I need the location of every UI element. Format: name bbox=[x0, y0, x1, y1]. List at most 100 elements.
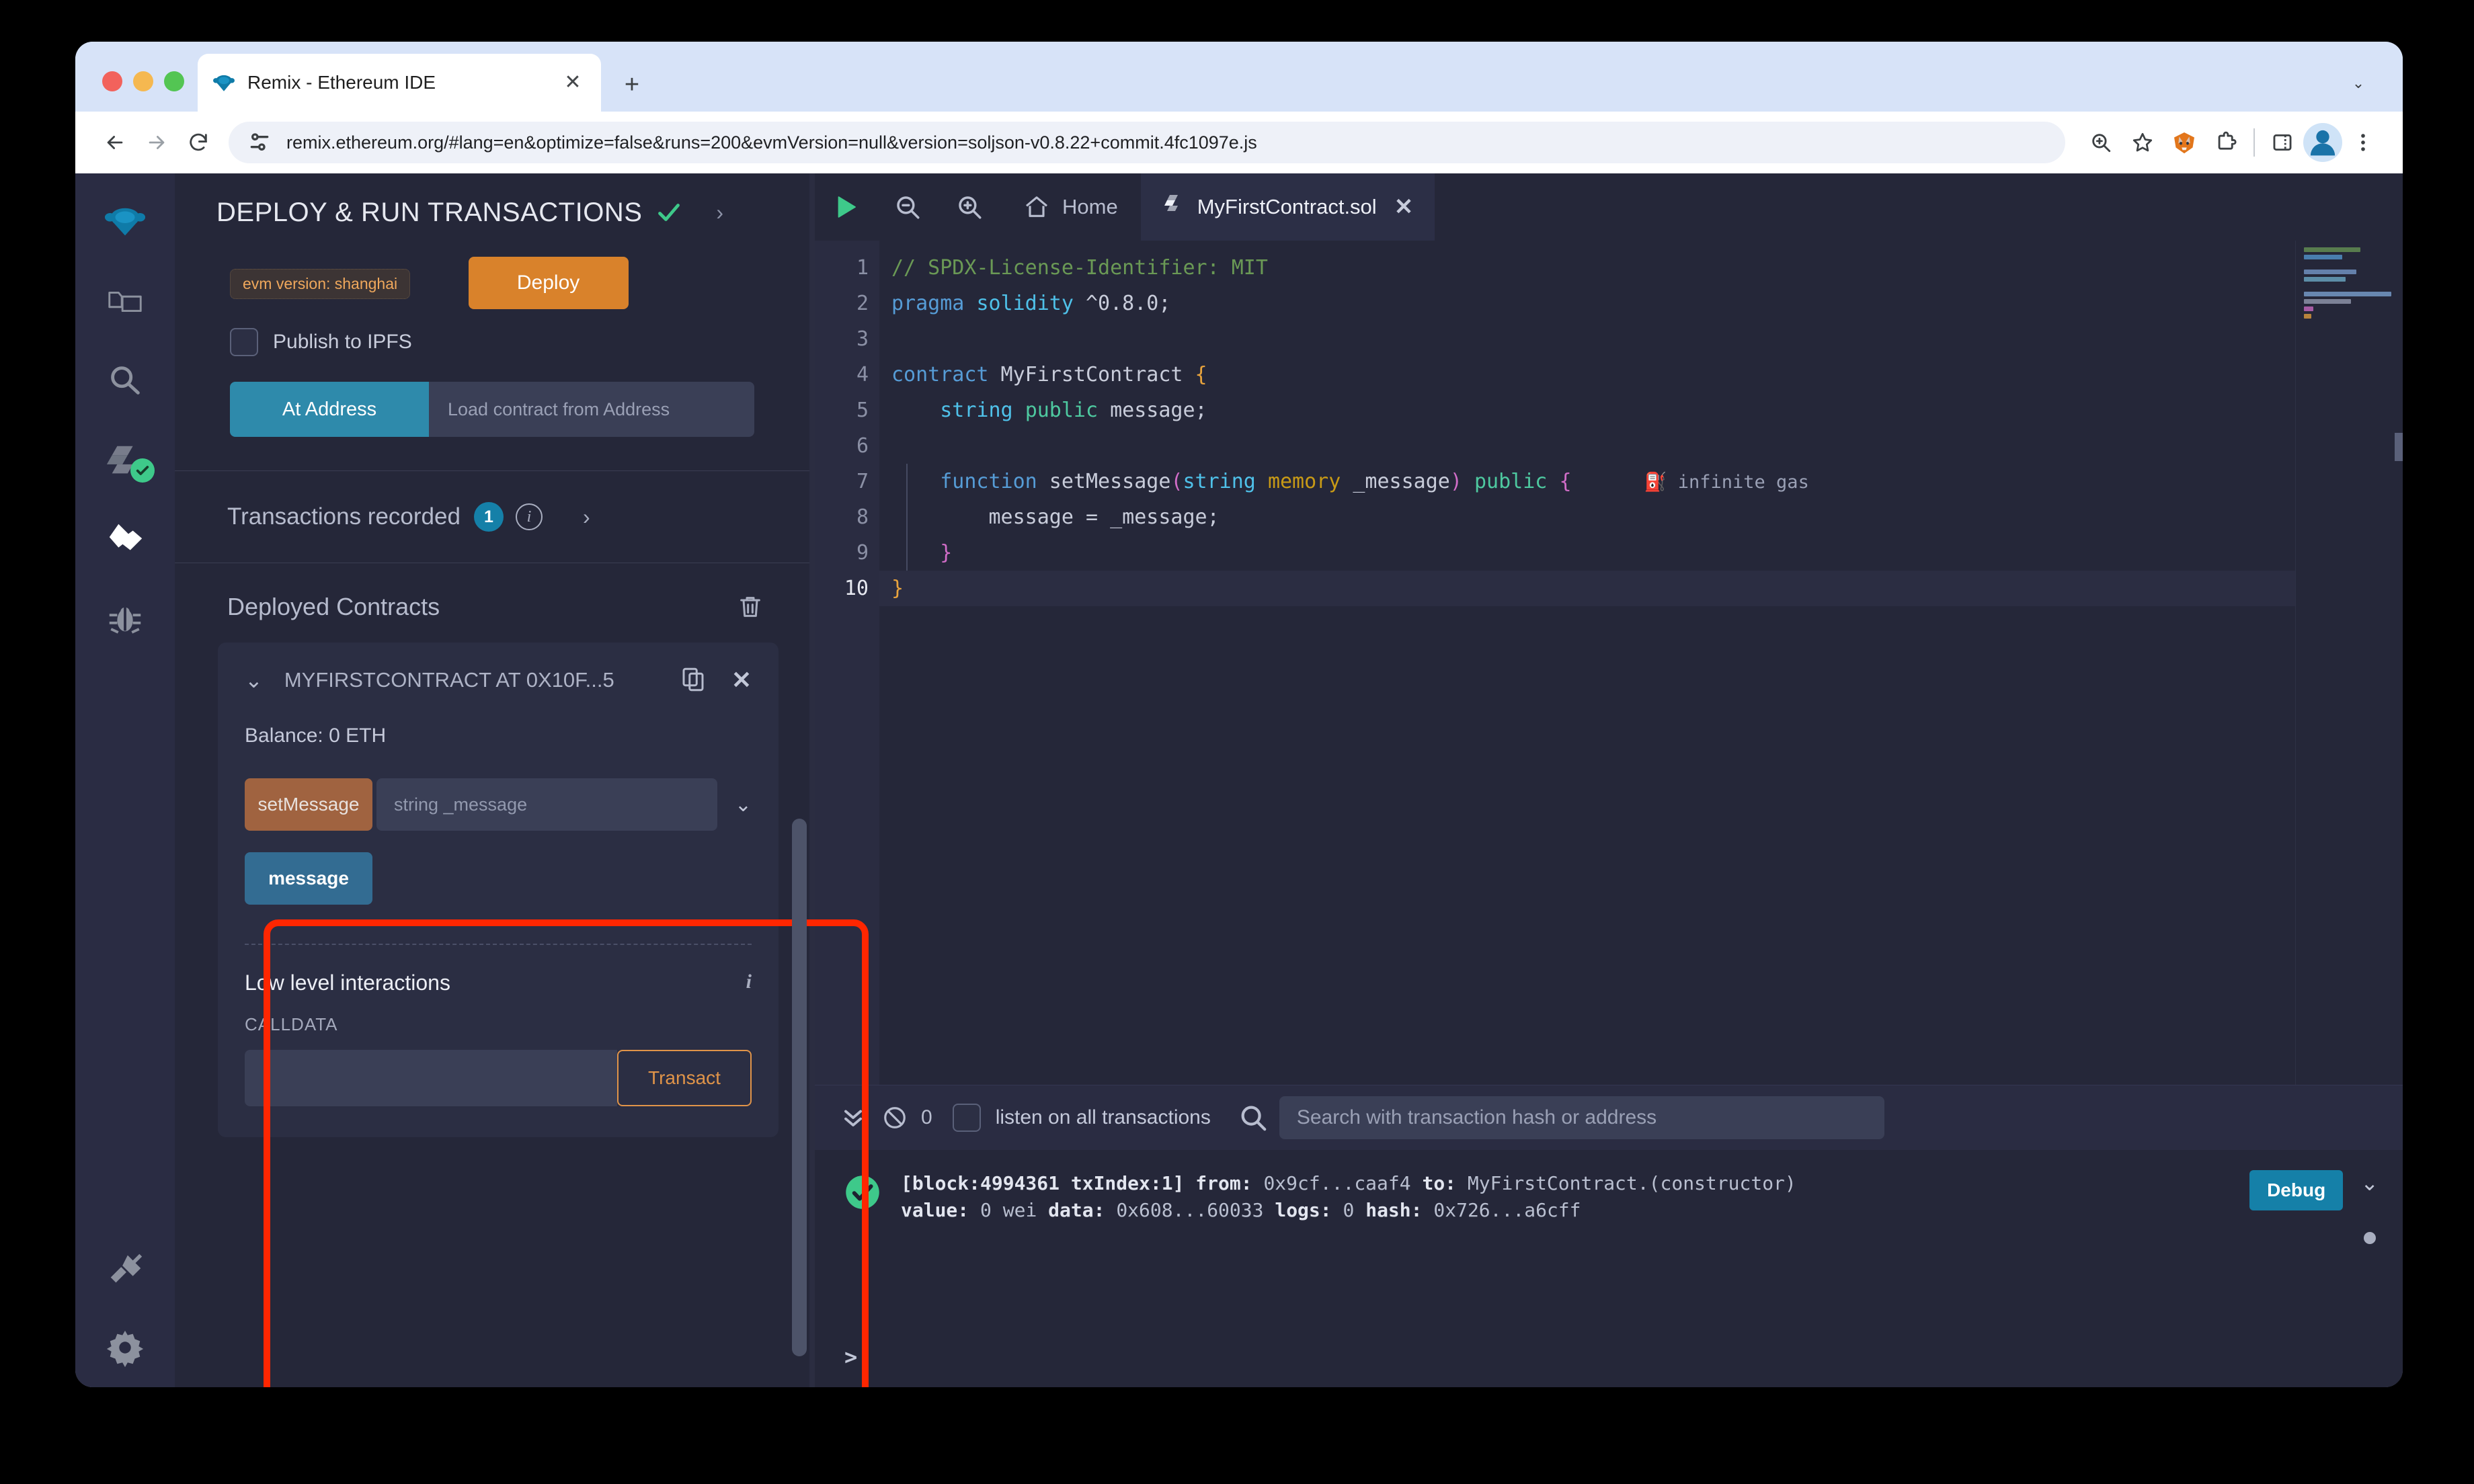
code-token: public bbox=[1025, 399, 1099, 422]
window-minimize-button[interactable] bbox=[133, 71, 153, 91]
editor-minimap[interactable] bbox=[2295, 241, 2403, 1085]
tab-close-icon[interactable]: ✕ bbox=[559, 73, 586, 93]
code-token: ^0.8.0; bbox=[1073, 292, 1171, 315]
back-arrow-icon[interactable] bbox=[94, 122, 136, 163]
window-close-button[interactable] bbox=[102, 71, 122, 91]
solidity-compiler-icon[interactable] bbox=[75, 421, 175, 500]
debugger-bug-icon[interactable] bbox=[75, 579, 175, 659]
transactions-recorded-row[interactable]: Transactions recorded 1 i › bbox=[175, 471, 809, 563]
side-panel-icon[interactable] bbox=[2262, 122, 2303, 163]
transact-button[interactable]: Transact bbox=[617, 1050, 752, 1106]
at-address-button[interactable]: At Address bbox=[230, 382, 429, 437]
address-bar[interactable]: remix.ethereum.org/#lang=en&optimize=fal… bbox=[229, 122, 2065, 163]
setmessage-button[interactable]: setMessage bbox=[245, 778, 372, 831]
panel-resize-handle[interactable] bbox=[809, 173, 815, 1387]
code-line[interactable]: message = _message; bbox=[879, 499, 2403, 535]
tab-myfirstcontract-sol[interactable]: MyFirstContract.sol ✕ bbox=[1140, 173, 1435, 241]
transaction-log-entry[interactable]: [block:4994361 txIndex:1] from: 0x9cf...… bbox=[815, 1165, 2403, 1224]
solidity-file-icon bbox=[1164, 195, 1178, 211]
code-editor[interactable]: 1 2 3 4 5 6 7 8 9 10 // SPDX-License-Identifier: … bbox=[815, 241, 2403, 1085]
at-address-row: At Address bbox=[230, 382, 754, 437]
browser-tab[interactable]: Remix - Ethereum IDE ✕ bbox=[198, 54, 601, 112]
code-line[interactable] bbox=[879, 428, 2403, 464]
zoom-icon[interactable] bbox=[2080, 122, 2122, 163]
terminal-prompt[interactable]: > bbox=[844, 1344, 857, 1370]
terminal-panel: 0 listen on all transactions Search with… bbox=[815, 1085, 2403, 1387]
compile-success-badge bbox=[130, 458, 155, 483]
minimap-line bbox=[2304, 299, 2352, 304]
code-line[interactable]: // SPDX-License-Identifier: MIT bbox=[879, 250, 2403, 286]
extensions-icon[interactable] bbox=[2205, 122, 2247, 163]
log-hash-value: 0x726...a6cff bbox=[1433, 1198, 1581, 1221]
close-icon[interactable]: ✕ bbox=[1394, 194, 1414, 220]
terminal-search-input[interactable] bbox=[1279, 1096, 1884, 1139]
gas-estimate-label: infinite gas bbox=[1667, 472, 1809, 493]
trash-icon[interactable] bbox=[737, 593, 764, 620]
deploy-button[interactable]: Deploy bbox=[468, 257, 629, 309]
chevron-right-icon[interactable]: › bbox=[583, 505, 590, 530]
message-button[interactable]: message bbox=[245, 852, 372, 905]
metamask-fox-icon[interactable] bbox=[2163, 122, 2205, 163]
more-menu-icon[interactable] bbox=[2342, 122, 2384, 163]
double-chevron-down-icon[interactable] bbox=[832, 1097, 874, 1139]
code-content[interactable]: // SPDX-License-Identifier: MIT pragma so… bbox=[879, 241, 2403, 1085]
site-info-icon[interactable] bbox=[246, 129, 273, 156]
close-icon[interactable]: ✕ bbox=[731, 666, 752, 694]
reload-icon[interactable] bbox=[177, 122, 219, 163]
line-number: 7 bbox=[856, 470, 869, 493]
copy-icon[interactable] bbox=[679, 665, 709, 695]
code-line[interactable]: contract MyFirstContract { bbox=[879, 357, 2403, 393]
low-level-interactions-header: Low level interactions i bbox=[245, 971, 752, 995]
run-script-icon[interactable] bbox=[815, 173, 877, 241]
clear-console-icon[interactable] bbox=[874, 1097, 916, 1139]
zoom-out-icon[interactable] bbox=[877, 173, 939, 241]
bookmark-star-icon[interactable] bbox=[2122, 122, 2163, 163]
setmessage-input[interactable] bbox=[376, 778, 717, 831]
zoom-in-icon[interactable] bbox=[939, 173, 1000, 241]
tab-label: MyFirstContract.sol bbox=[1197, 195, 1377, 218]
code-line[interactable]: } bbox=[879, 571, 2403, 606]
code-token: } bbox=[940, 541, 953, 565]
code-token: // SPDX-License-Identifier: MIT bbox=[891, 256, 1268, 280]
publish-ipfs-checkbox[interactable] bbox=[230, 328, 258, 356]
line-number: 8 bbox=[856, 505, 869, 529]
code-token: MyFirstContract bbox=[988, 363, 1195, 386]
remix-logo-icon[interactable] bbox=[75, 183, 175, 262]
listen-all-transactions-checkbox[interactable] bbox=[952, 1104, 981, 1132]
panel-expand-chevron-icon[interactable]: › bbox=[716, 200, 723, 225]
search-icon[interactable] bbox=[75, 341, 175, 421]
plugin-manager-icon[interactable] bbox=[75, 1229, 175, 1308]
contract-name-address: MYFIRSTCONTRACT AT 0X10F...5 bbox=[284, 668, 614, 692]
info-icon[interactable]: i bbox=[515, 503, 543, 530]
calldata-row: Transact bbox=[245, 1050, 752, 1106]
code-line[interactable]: } bbox=[879, 535, 2403, 571]
chevron-down-icon[interactable]: ⌄ bbox=[2342, 67, 2375, 99]
remix-logo-icon bbox=[213, 75, 235, 91]
debug-button[interactable]: Debug bbox=[2249, 1170, 2344, 1210]
forward-arrow-icon[interactable] bbox=[136, 122, 177, 163]
window-maximize-button[interactable] bbox=[164, 71, 184, 91]
code-token: string bbox=[940, 399, 1013, 422]
desktop-background: Remix - Ethereum IDE ✕ + ⌄ remix.ethereu… bbox=[0, 0, 2474, 1484]
code-line[interactable] bbox=[879, 321, 2403, 357]
expand-inputs-chevron-icon[interactable]: ⌄ bbox=[735, 793, 752, 817]
chevron-down-icon[interactable]: ⌄ bbox=[2360, 1170, 2379, 1196]
new-tab-button[interactable]: + bbox=[613, 66, 651, 104]
load-address-input[interactable] bbox=[429, 382, 754, 437]
info-icon[interactable]: i bbox=[746, 971, 752, 993]
editor-scrollbar[interactable] bbox=[2395, 433, 2403, 461]
deploy-run-icon[interactable] bbox=[75, 500, 175, 579]
file-explorer-icon[interactable] bbox=[75, 262, 175, 341]
tab-home[interactable]: Home bbox=[1000, 173, 1141, 241]
settings-gear-icon[interactable] bbox=[75, 1308, 175, 1387]
code-line[interactable]: pragma solidity ^0.8.0; bbox=[879, 286, 2403, 321]
calldata-input[interactable] bbox=[245, 1050, 617, 1106]
code-line[interactable]: function setMessage(string memory _messa… bbox=[879, 464, 2403, 499]
panel-scrollbar[interactable] bbox=[792, 819, 807, 1356]
code-line[interactable]: string public message; bbox=[879, 393, 2403, 428]
editor-area: Home MyFirstContract.sol ✕ 1 2 3 4 5 6 7 8 9 10 bbox=[815, 173, 2403, 1387]
search-icon[interactable] bbox=[1238, 1102, 1269, 1133]
profile-avatar-icon[interactable] bbox=[2303, 123, 2342, 162]
chevron-down-icon[interactable]: ⌄ bbox=[245, 667, 263, 693]
